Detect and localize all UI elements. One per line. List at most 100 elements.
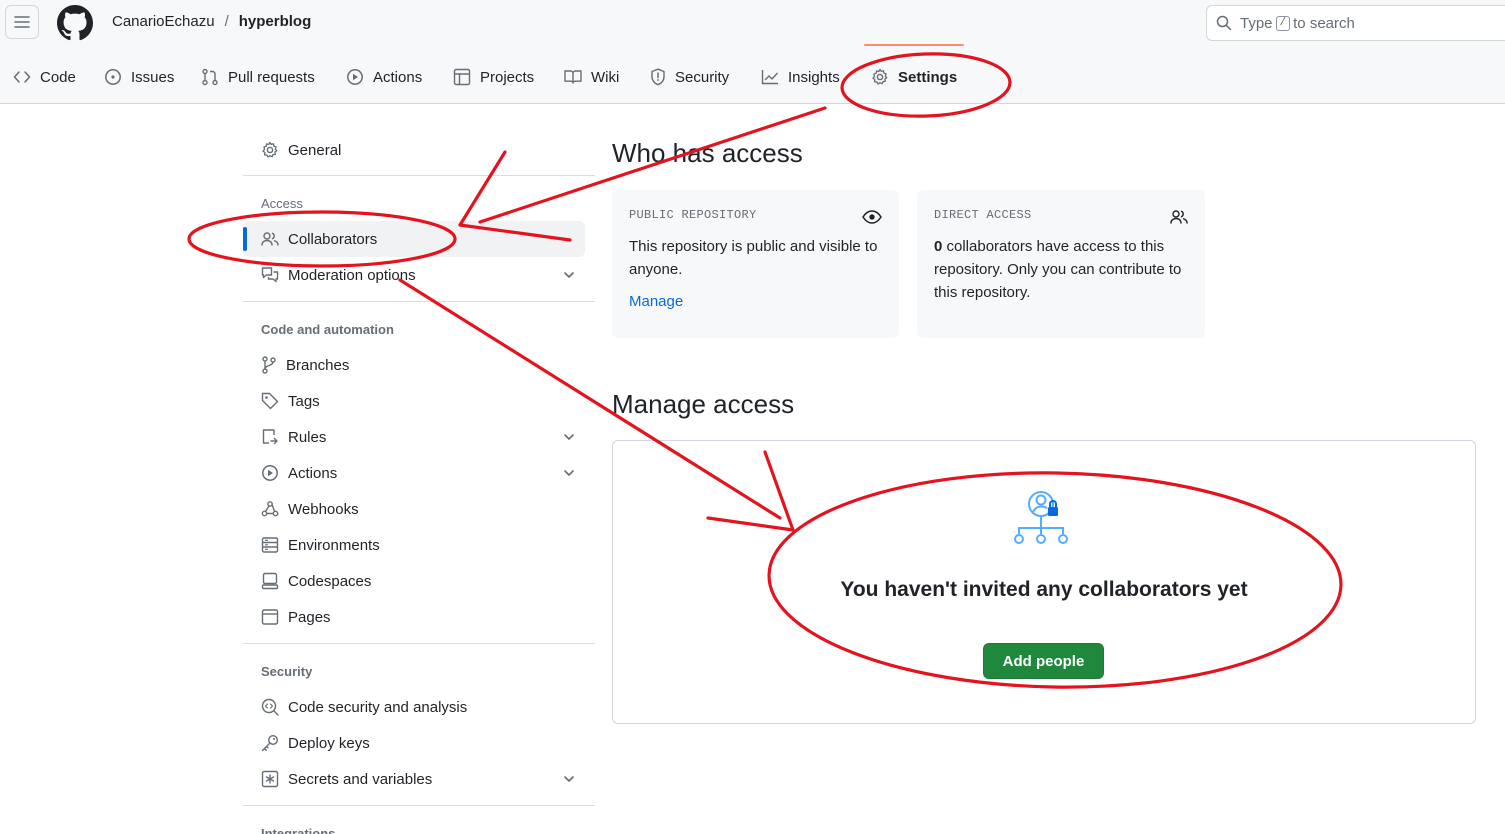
chevron-down-icon — [564, 272, 574, 278]
sidebar-group-access: Access — [261, 196, 303, 211]
sidebar-item-deploy-keys[interactable]: Deploy keys — [243, 725, 585, 761]
tab-projects[interactable]: Projects — [453, 57, 534, 97]
sidebar-item-label: Pages — [288, 608, 331, 626]
manage-access-box: You haven't invited any collaborators ye… — [612, 440, 1476, 724]
tab-pull-requests[interactable]: Pull requests — [201, 57, 315, 97]
search-prefix: Type — [1240, 14, 1273, 32]
sidebar-item-label: Rules — [288, 428, 327, 446]
sidebar-item-general[interactable]: General — [243, 132, 585, 168]
eye-icon — [862, 210, 882, 224]
active-indicator — [243, 227, 247, 251]
add-people-button[interactable]: Add people — [983, 643, 1104, 679]
codespaces-icon — [261, 572, 279, 590]
sidebar-divider — [243, 175, 595, 176]
empty-state-title: You haven't invited any collaborators ye… — [840, 578, 1248, 601]
sidebar-item-branches[interactable]: Branches — [243, 347, 585, 383]
tab-security[interactable]: Security — [650, 57, 729, 97]
breadcrumb-separator: / — [224, 13, 229, 30]
card-text: 0 collaborators have access to this repo… — [934, 235, 1188, 304]
comment-discussion-icon — [261, 267, 279, 283]
public-repository-card: PUBLIC REPOSITORY This repository is pub… — [612, 190, 899, 338]
sidebar-item-label: General — [288, 141, 342, 159]
who-has-access-heading: Who has access — [612, 138, 803, 168]
direct-access-card: DIRECT ACCESS 0 collaborators have acces… — [917, 190, 1205, 338]
issue-icon — [105, 69, 121, 85]
codescan-icon — [261, 698, 279, 716]
sidebar-item-webhooks[interactable]: Webhooks — [243, 491, 585, 527]
tab-actions[interactable]: Actions — [346, 57, 422, 97]
repo-push-icon — [262, 429, 278, 445]
sidebar-item-label: Actions — [288, 464, 338, 482]
sidebar-item-label: Moderation options — [288, 266, 416, 284]
gear-icon — [872, 68, 888, 85]
repo-link[interactable]: hyperblog — [239, 13, 312, 30]
repo-header: CanarioEchazu / hyperblog Type / to sear… — [0, 0, 1505, 104]
table-icon — [453, 68, 471, 86]
book-icon — [564, 70, 582, 84]
sidebar-group-code-automation: Code and automation — [261, 322, 394, 337]
sidebar-item-rules[interactable]: Rules — [243, 419, 585, 455]
browser-icon — [261, 609, 279, 625]
sidebar-item-label: Codespaces — [288, 572, 372, 590]
sidebar-item-label: Environments — [288, 536, 380, 554]
card-label: DIRECT ACCESS — [934, 208, 1032, 222]
active-tab-underline — [864, 44, 964, 46]
play-icon — [347, 69, 363, 85]
tab-wiki-label: Wiki — [591, 68, 620, 86]
search-icon — [1216, 15, 1232, 31]
sidebar-item-collaborators[interactable]: Collaborators — [243, 221, 585, 257]
webhook-icon — [261, 501, 279, 517]
sidebar-item-label: Code security and analysis — [288, 698, 468, 716]
sidebar-divider — [243, 301, 595, 302]
sidebar-item-moderation-options[interactable]: Moderation options — [243, 257, 585, 293]
owner-link[interactable]: CanarioEchazu — [112, 13, 215, 30]
tab-settings[interactable]: Settings — [871, 57, 957, 97]
gear-icon — [262, 141, 278, 158]
sidebar-item-secrets-variables[interactable]: Secrets and variables — [243, 761, 585, 797]
sidebar-item-label: Deploy keys — [288, 734, 370, 752]
search-input[interactable]: Type / to search — [1206, 5, 1505, 41]
key-asterisk-icon — [261, 770, 279, 788]
tag-icon — [261, 392, 279, 410]
sidebar-item-label: Tags — [288, 392, 320, 410]
key-icon — [261, 734, 279, 752]
sidebar-item-label: Webhooks — [288, 500, 359, 518]
graph-icon — [761, 70, 779, 85]
sidebar-item-environments[interactable]: Environments — [243, 527, 585, 563]
chevron-down-icon — [564, 470, 574, 476]
tab-settings-label: Settings — [898, 68, 958, 86]
people-icon — [261, 232, 279, 246]
search-shortcut-key: / — [1275, 15, 1291, 31]
sidebar-divider — [243, 805, 595, 806]
sidebar-item-code-security[interactable]: Code security and analysis — [243, 689, 585, 725]
manage-link[interactable]: Manage — [629, 293, 683, 310]
chevron-down-icon — [564, 434, 574, 440]
person-network-lock-icon — [1014, 491, 1068, 544]
manage-access-heading: Manage access — [612, 389, 795, 419]
pull-request-icon — [202, 68, 218, 86]
menu-button[interactable] — [5, 5, 39, 39]
sidebar-item-codespaces[interactable]: Codespaces — [243, 563, 585, 599]
tab-insights[interactable]: Insights — [761, 57, 840, 97]
direct-access-description: collaborators have access to this reposi… — [934, 238, 1182, 301]
sidebar-group-security: Security — [261, 664, 313, 679]
branch-icon — [262, 356, 276, 374]
tab-code-label: Code — [40, 68, 76, 86]
code-icon — [13, 71, 31, 83]
tab-projects-label: Projects — [480, 68, 535, 86]
tab-security-label: Security — [675, 68, 730, 86]
sidebar-item-label: Collaborators — [288, 230, 378, 248]
tab-wiki[interactable]: Wiki — [564, 57, 619, 97]
shield-icon — [651, 68, 665, 86]
sidebar-group-integrations: Integrations — [261, 826, 336, 834]
hamburger-icon — [14, 16, 30, 28]
tab-code[interactable]: Code — [13, 57, 76, 97]
tab-insights-label: Insights — [788, 68, 840, 86]
card-text: This repository is public and visible to… — [629, 238, 878, 278]
search-suffix: to search — [1293, 14, 1355, 32]
sidebar-item-pages[interactable]: Pages — [243, 599, 585, 635]
sidebar-item-actions[interactable]: Actions — [243, 455, 585, 491]
sidebar-item-tags[interactable]: Tags — [243, 383, 585, 419]
tab-issues[interactable]: Issues — [104, 57, 174, 97]
github-logo-icon[interactable] — [57, 5, 93, 41]
